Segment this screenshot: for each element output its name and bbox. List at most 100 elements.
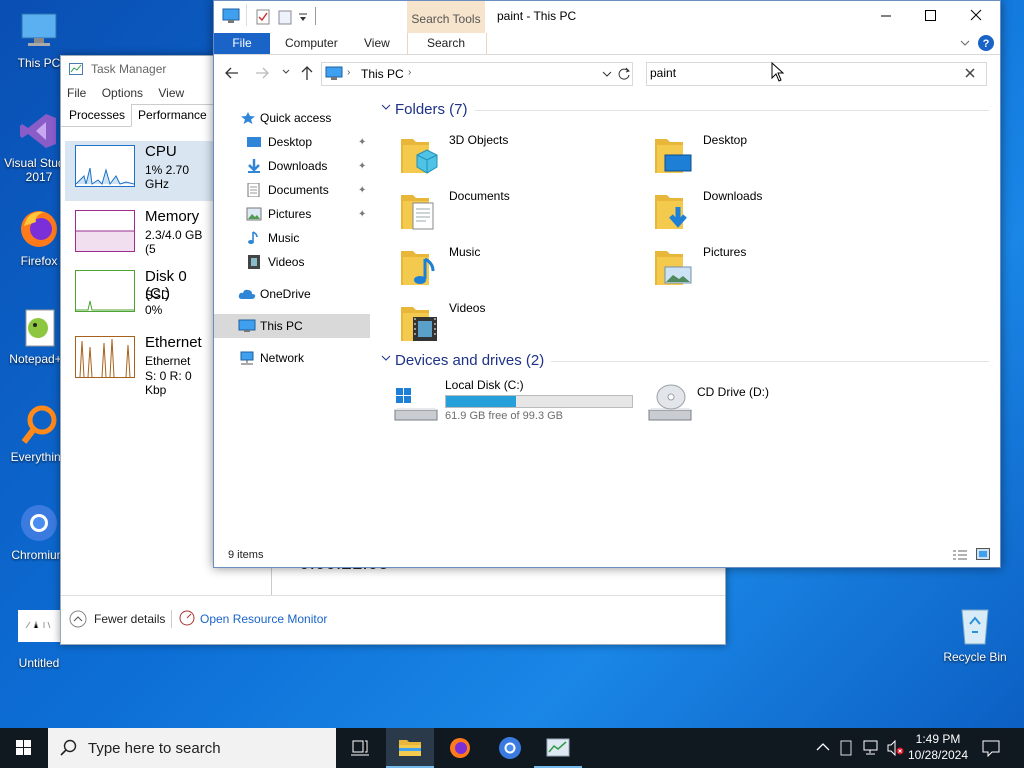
windows-logo-icon xyxy=(16,740,31,755)
menu-view[interactable]: View xyxy=(158,86,184,100)
nav-downloads[interactable]: Downloads ✦ xyxy=(214,154,370,178)
tab-processes[interactable]: Processes xyxy=(63,105,131,126)
recent-locations-chevron-icon[interactable] xyxy=(282,69,290,75)
folder-documents-icon xyxy=(399,189,439,233)
nav-documents[interactable]: Documents ✦ xyxy=(214,178,370,202)
image-file-icon xyxy=(18,610,60,642)
folder-pictures[interactable]: Pictures xyxy=(653,243,903,293)
perf-disk[interactable]: Disk 0 (C:) SSD 0% xyxy=(65,266,215,324)
start-button[interactable] xyxy=(0,728,48,768)
chevron-down-icon xyxy=(381,354,391,362)
chevron-down-icon xyxy=(381,103,391,111)
taskbar-task-manager[interactable] xyxy=(534,728,582,768)
menu-file[interactable]: File xyxy=(67,86,86,100)
tab-view[interactable]: View xyxy=(364,33,390,54)
ribbon-expand-icon[interactable] xyxy=(960,39,970,47)
file-explorer-window[interactable]: Search Tools paint - This PC File Comput… xyxy=(213,0,1001,568)
tray-app-icon[interactable] xyxy=(840,740,852,756)
group-divider xyxy=(475,110,989,111)
action-center-icon[interactable] xyxy=(982,739,1000,757)
perf-value: 2.3/4.0 GB (5 xyxy=(145,228,203,256)
ethernet-graph xyxy=(75,336,135,378)
tab-performance[interactable]: Performance xyxy=(131,104,214,127)
nav-this-pc[interactable]: This PC xyxy=(214,314,370,338)
everything-search-icon xyxy=(21,405,57,444)
back-arrow-icon[interactable] xyxy=(224,66,240,80)
folder-label: Videos xyxy=(449,301,486,315)
search-box[interactable] xyxy=(646,62,987,86)
perf-name: Ethernet xyxy=(145,334,202,351)
minimize-button[interactable] xyxy=(874,5,898,27)
folder-documents[interactable]: Documents xyxy=(399,187,649,237)
qat-dropdown-icon[interactable] xyxy=(298,11,308,23)
tab-computer[interactable]: Computer xyxy=(285,33,338,54)
new-folder-icon[interactable] xyxy=(278,9,292,25)
large-icons-view-icon[interactable] xyxy=(976,548,990,560)
task-view-button[interactable] xyxy=(336,728,384,768)
nav-music[interactable]: Music xyxy=(214,226,370,250)
up-arrow-icon[interactable] xyxy=(300,65,314,81)
nav-network[interactable]: Network xyxy=(214,346,370,370)
nav-videos[interactable]: Videos xyxy=(214,250,370,274)
close-button[interactable] xyxy=(964,5,988,27)
help-icon[interactable]: ? xyxy=(978,35,994,51)
folder-desktop-icon xyxy=(653,133,693,177)
nav-quick-access[interactable]: Quick access xyxy=(214,106,370,130)
address-dropdown-icon[interactable] xyxy=(602,71,612,78)
breadcrumb-separator-icon: › xyxy=(347,67,351,78)
clock-time: 1:49 PM xyxy=(915,732,961,746)
clock[interactable]: 1:49 PM 10/28/2024 xyxy=(906,731,970,763)
chevron-up-icon[interactable] xyxy=(69,610,87,628)
address-bar[interactable]: › This PC › xyxy=(321,62,633,86)
forward-arrow-icon[interactable] xyxy=(254,66,270,80)
nav-pictures[interactable]: Pictures ✦ xyxy=(214,202,370,226)
fewer-details-link[interactable]: Fewer details xyxy=(94,612,165,626)
folder-label: Downloads xyxy=(703,189,763,203)
desktop-icon-recycle-bin[interactable]: Recycle Bin xyxy=(936,602,1014,664)
folder-music[interactable]: Music xyxy=(399,243,649,293)
show-hidden-icons-chevron-icon[interactable] xyxy=(816,742,830,752)
folder-downloads[interactable]: Downloads xyxy=(653,187,903,237)
folder-videos[interactable]: Videos xyxy=(399,299,649,349)
nav-desktop[interactable]: Desktop ✦ xyxy=(214,130,370,154)
drive-name: CD Drive (D:) xyxy=(697,385,769,399)
properties-icon[interactable] xyxy=(256,9,270,25)
refresh-icon[interactable] xyxy=(617,67,631,81)
network-tray-icon[interactable] xyxy=(862,740,880,756)
breadcrumb-chevron-icon[interactable]: › xyxy=(408,67,411,78)
taskbar-search-box[interactable]: Type here to search xyxy=(48,728,336,768)
visual-studio-icon xyxy=(20,114,56,148)
perf-ethernet[interactable]: Ethernet Ethernet S: 0 R: 0 Kbp xyxy=(65,332,215,397)
breadcrumb-this-pc[interactable]: This PC xyxy=(361,67,404,81)
group-divider xyxy=(551,361,989,362)
pin-icon[interactable]: ✦ xyxy=(358,155,366,179)
pin-icon[interactable]: ✦ xyxy=(358,179,366,203)
tab-search[interactable]: Search xyxy=(427,33,465,54)
nav-onedrive[interactable]: OneDrive xyxy=(214,282,370,306)
search-input[interactable] xyxy=(650,65,950,81)
taskbar-file-explorer[interactable] xyxy=(386,728,434,768)
volume-muted-icon[interactable] xyxy=(886,740,904,756)
memory-graph xyxy=(75,210,135,252)
folder-desktop[interactable]: Desktop xyxy=(653,131,903,181)
drive-local-disk-c[interactable]: Local Disk (C:) 61.9 GB free of 99.3 GB xyxy=(393,378,643,428)
perf-memory[interactable]: Memory 2.3/4.0 GB (5 xyxy=(65,206,215,264)
clear-search-icon[interactable] xyxy=(965,68,975,78)
drive-cd-d[interactable]: CD Drive (D:) xyxy=(647,378,897,428)
perf-cpu[interactable]: CPU 1% 2.70 GHz xyxy=(65,141,215,201)
maximize-button[interactable] xyxy=(918,5,942,27)
menu-options[interactable]: Options xyxy=(102,86,143,100)
taskbar-firefox[interactable] xyxy=(436,728,484,768)
drive-usage-bar xyxy=(445,395,633,408)
resource-monitor-icon xyxy=(179,610,195,626)
open-resource-monitor-link[interactable]: Open Resource Monitor xyxy=(200,612,327,626)
film-icon xyxy=(246,255,262,269)
taskbar-chromium[interactable] xyxy=(486,728,534,768)
nav-label: Videos xyxy=(268,255,305,269)
clock-date: 10/28/2024 xyxy=(907,748,969,762)
details-view-icon[interactable] xyxy=(952,549,968,561)
folder-3d-objects[interactable]: 3D Objects xyxy=(399,131,649,181)
tab-file[interactable]: File xyxy=(214,33,270,54)
pin-icon[interactable]: ✦ xyxy=(358,131,366,155)
pin-icon[interactable]: ✦ xyxy=(358,203,366,227)
